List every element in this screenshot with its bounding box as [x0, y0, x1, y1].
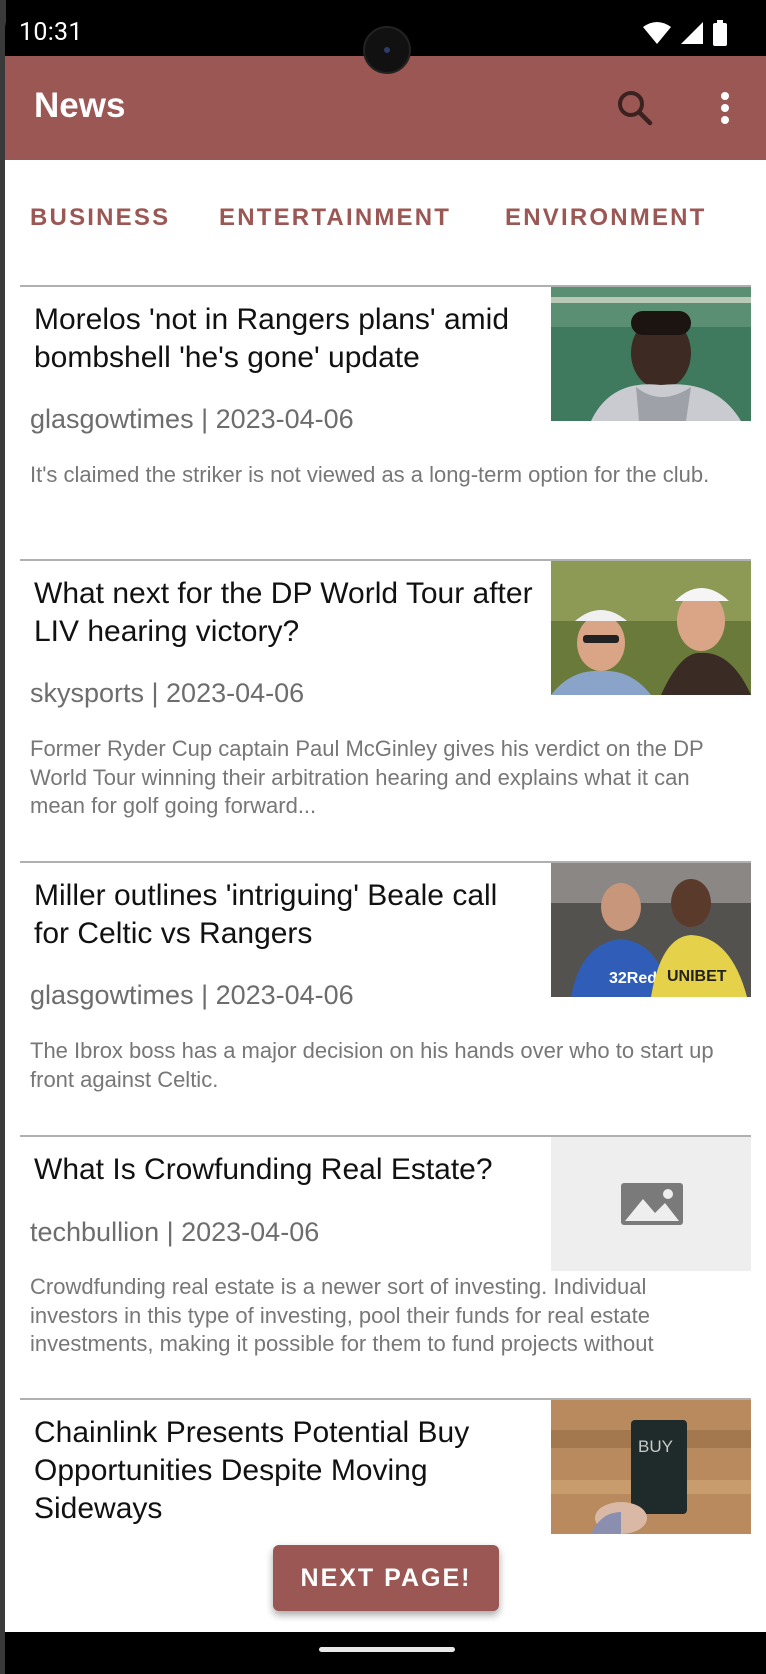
status-icons: [642, 20, 728, 46]
tab-entertainment[interactable]: ENTERTAINMENT: [219, 204, 451, 232]
golfers-photo: [551, 561, 751, 695]
next-page-button[interactable]: NEXT PAGE!: [273, 1545, 499, 1611]
article-thumbnail: [551, 561, 751, 695]
content-area: BUSINESS ENTERTAINMENT ENVIRONMENT Morel…: [5, 160, 766, 1632]
article-title: Morelos 'not in Rangers plans' amid bomb…: [34, 303, 510, 374]
battery-icon: [713, 20, 727, 46]
category-tabs: BUSINESS ENTERTAINMENT ENVIRONMENT: [5, 160, 766, 270]
article-card[interactable]: Morelos 'not in Rangers plans' amid bomb…: [20, 285, 751, 559]
navigation-bar: [5, 1632, 766, 1674]
article-card[interactable]: 32Red UNIBET Miller outlines 'intriguing…: [20, 861, 751, 1135]
status-time: 10:31: [19, 18, 83, 47]
article-description: Crowdfunding real estate is a newer sort…: [30, 1274, 654, 1356]
app-title: News: [34, 86, 126, 125]
home-gesture-handle[interactable]: [319, 1647, 455, 1652]
svg-text:32Red: 32Red: [609, 970, 657, 987]
device: 10:31 News BUSINESS ENTERTAINMENT ENVIRO…: [0, 0, 766, 1674]
buy-card-photo: BUY: [551, 1400, 751, 1534]
article-source-date: techbullion | 2023-04-06: [30, 1217, 320, 1247]
article-card[interactable]: What Is Crowfunding Real Estate? techbul…: [20, 1135, 751, 1397]
article-source-date: glasgowtimes | 2023-04-06: [30, 404, 354, 434]
article-thumbnail: [551, 287, 751, 421]
article-thumbnail: BUY: [551, 1400, 751, 1534]
article-title: Chainlink Presents Potential Buy Opportu…: [34, 1416, 470, 1525]
search-icon[interactable]: [611, 84, 659, 132]
tab-environment[interactable]: ENVIRONMENT: [505, 204, 707, 232]
article-thumbnail: [551, 1137, 751, 1271]
article-title: What next for the DP World Tour after LI…: [34, 577, 533, 648]
article-source-date: glasgowtimes | 2023-04-06: [30, 980, 354, 1010]
article-card[interactable]: What next for the DP World Tour after LI…: [20, 559, 751, 861]
tab-business[interactable]: BUSINESS: [30, 204, 170, 232]
article-title: What Is Crowfunding Real Estate?: [34, 1153, 493, 1186]
screen: 10:31 News BUSINESS ENTERTAINMENT ENVIRO…: [5, 0, 766, 1674]
more-vert-icon[interactable]: [705, 84, 745, 132]
image-placeholder-icon: [621, 1183, 683, 1225]
svg-text:BUY: BUY: [638, 1437, 673, 1456]
footballers-photo: 32Red UNIBET: [551, 863, 751, 997]
article-source-date: skysports | 2023-04-06: [30, 678, 305, 708]
wifi-icon: [643, 22, 671, 44]
article-title: Miller outlines 'intriguing' Beale call …: [34, 879, 498, 950]
front-camera: [363, 26, 411, 74]
article-description: Former Ryder Cup captain Paul McGinley g…: [30, 736, 704, 818]
article-description: It's claimed the striker is not viewed a…: [30, 462, 710, 487]
svg-text:UNIBET: UNIBET: [667, 968, 727, 985]
article-description: The Ibrox boss has a major decision on h…: [30, 1038, 714, 1092]
signal-icon: [681, 22, 703, 44]
player-photo: [551, 287, 751, 421]
article-thumbnail: 32Red UNIBET: [551, 863, 751, 997]
